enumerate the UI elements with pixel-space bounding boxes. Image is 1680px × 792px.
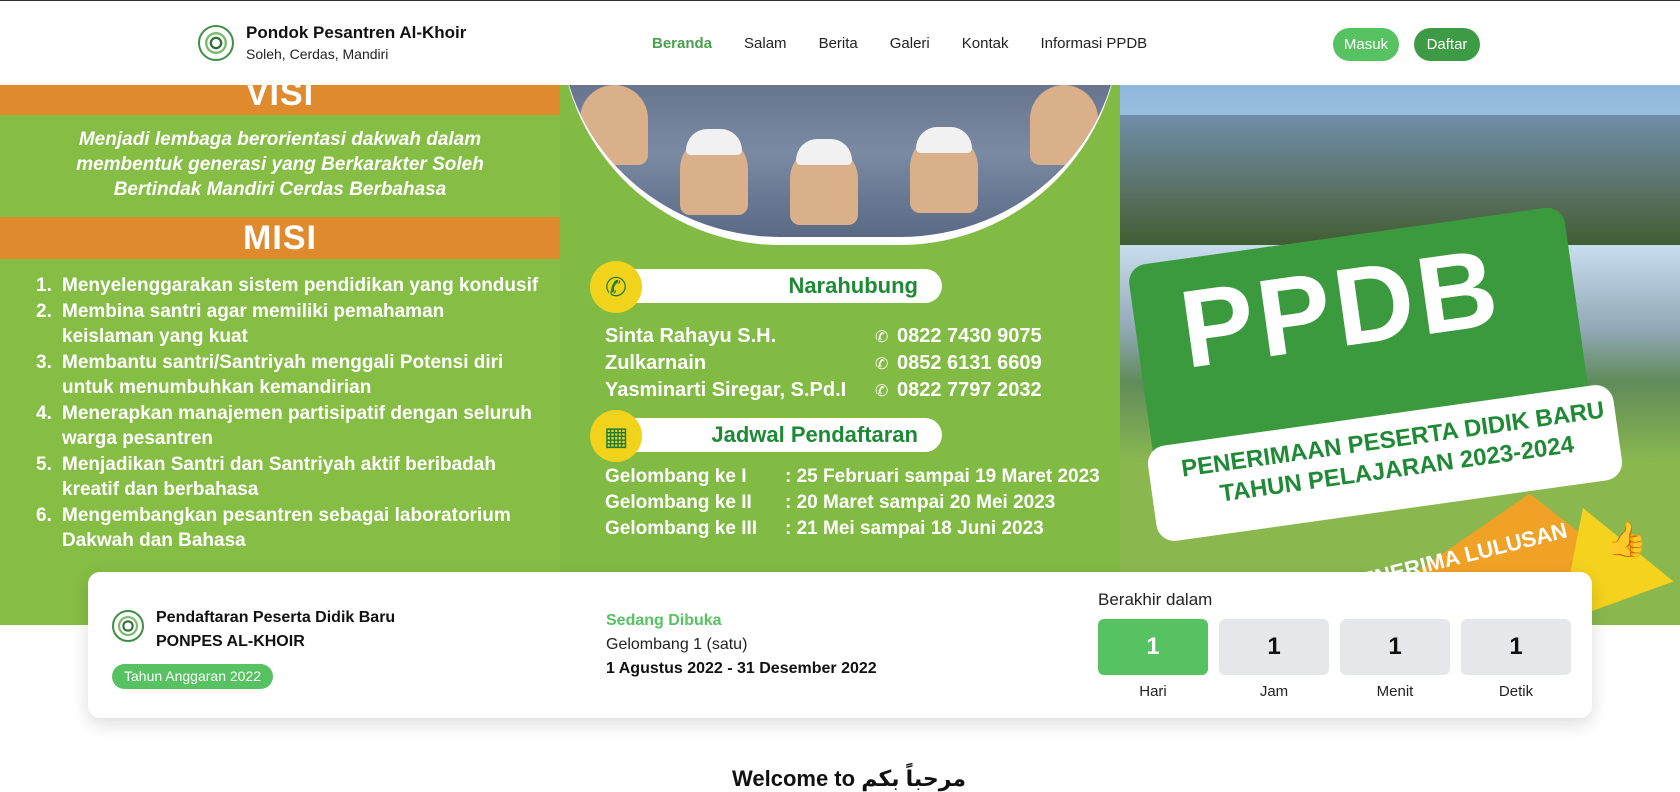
schedule-row: Gelombang ke III: 21 Mei sampai 18 Juni … xyxy=(605,518,1044,539)
register-button[interactable]: Daftar xyxy=(1414,28,1480,61)
misi-item: 6. Mengembangkan pesantren sebagai labora… xyxy=(36,505,511,551)
fiscal-year-badge: Tahun Anggaran 2022 xyxy=(112,664,274,689)
phone-icon: ✆ xyxy=(875,355,889,373)
students-photo xyxy=(560,85,1120,245)
contact-row: Zulkarnain ✆ 0852 6131 6609 xyxy=(605,352,1042,374)
misi-item: 4. Menerapkan manajemen partisipatif deng… xyxy=(36,403,532,449)
nav-informasi-ppdb[interactable]: Informasi PPDB xyxy=(1040,35,1147,52)
schedule-row: Gelombang ke I: 25 Februari sampai 19 Ma… xyxy=(605,466,1100,487)
welcome-heading: Welcome to مرحباً بكم xyxy=(732,766,967,791)
countdown-days: 1 Hari xyxy=(1098,619,1208,700)
countdown-timer: 1 Hari 1 Jam 1 Menit 1 Detik xyxy=(1098,619,1571,700)
schedule-heading-pill: Jadwal Pendaftaran ▦ xyxy=(590,410,942,462)
misi-list: 1. Menyelenggarakan sistem pendidikan yan… xyxy=(36,273,541,554)
misi-heading: MISI xyxy=(0,217,560,259)
misi-item: 5. Menjadikan Santri dan Santriyah aktif … xyxy=(36,454,496,500)
nav-kontak[interactable]: Kontak xyxy=(962,35,1009,52)
countdown-seconds: 1 Detik xyxy=(1461,619,1571,700)
countdown-minutes: 1 Menit xyxy=(1340,619,1450,700)
contact-row: Yasminarti Siregar, S.Pd.I ✆ 0822 7797 20… xyxy=(605,379,1042,401)
countdown-label: Berakhir dalam xyxy=(1098,590,1213,609)
main-nav: Beranda Salam Berita Galeri Kontak Infor… xyxy=(652,35,1147,52)
ppdb-panel: PPDB PENERIMAAN PESERTA DIDIK BARU TAHUN… xyxy=(1120,85,1680,625)
site-header: Pondok Pesantren Al-Khoir Soleh, Cerdas,… xyxy=(0,0,1680,85)
hero-banner: VISI Menjadi lembaga berorientasi dakwah… xyxy=(0,85,1680,625)
pesantren-building-photo xyxy=(1120,115,1680,245)
school-logo-icon xyxy=(112,610,144,642)
phone-icon: ✆ xyxy=(875,328,889,346)
contact-row: Sinta Rahayu S.H. ✆ 0822 7430 9075 xyxy=(605,325,1042,347)
registration-wave: Gelombang 1 (satu) xyxy=(606,636,748,653)
phone-icon: ✆ xyxy=(590,261,642,313)
nav-salam[interactable]: Salam xyxy=(744,35,787,52)
calendar-icon: ▦ xyxy=(590,410,642,462)
nav-beranda[interactable]: Beranda xyxy=(652,35,712,52)
school-logo-icon xyxy=(198,24,234,61)
nav-berita[interactable]: Berita xyxy=(819,35,858,52)
phone-icon: ✆ xyxy=(875,382,889,400)
login-button[interactable]: Masuk xyxy=(1333,28,1399,61)
schedule-row: Gelombang ke II: 20 Maret sampai 20 Mei … xyxy=(605,492,1056,513)
site-title: Pondok Pesantren Al-Khoir xyxy=(246,23,467,42)
countdown-hours: 1 Jam xyxy=(1219,619,1329,700)
registration-status: Sedang Dibuka xyxy=(606,612,722,629)
visi-misi-panel: VISI Menjadi lembaga berorientasi dakwah… xyxy=(0,85,560,625)
misi-item: 1. Menyelenggarakan sistem pendidikan yan… xyxy=(36,275,539,296)
registration-date-range: 1 Agustus 2022 - 31 Desember 2022 xyxy=(606,660,877,677)
contact-heading: Narahubung xyxy=(620,269,942,303)
site-tagline: Soleh, Cerdas, Mandiri xyxy=(246,46,389,62)
registration-title: Pendaftaran Peserta Didik Baru PONPES AL… xyxy=(156,609,396,650)
registration-card: Pendaftaran Peserta Didik Baru PONPES AL… xyxy=(88,572,1592,718)
misi-item: 3. Membantu santri/Santriyah menggali Pot… xyxy=(36,352,504,398)
thumbs-up-icon: 👍 xyxy=(1605,521,1648,559)
contact-schedule-panel: Narahubung ✆ Sinta Rahayu S.H. ✆ 0822 743… xyxy=(560,85,1120,625)
visi-text: Menjadi lembaga berorientasi dakwah dala… xyxy=(76,129,484,200)
brand[interactable]: Pondok Pesantren Al-Khoir Soleh, Cerdas,… xyxy=(198,23,466,62)
visi-heading: VISI xyxy=(0,85,560,115)
nav-galeri[interactable]: Galeri xyxy=(890,35,930,52)
misi-item: 2. Membina santri agar memiliki pemahaman… xyxy=(36,301,445,347)
contact-heading-pill: Narahubung ✆ xyxy=(590,261,942,313)
schedule-heading: Jadwal Pendaftaran xyxy=(620,418,942,452)
